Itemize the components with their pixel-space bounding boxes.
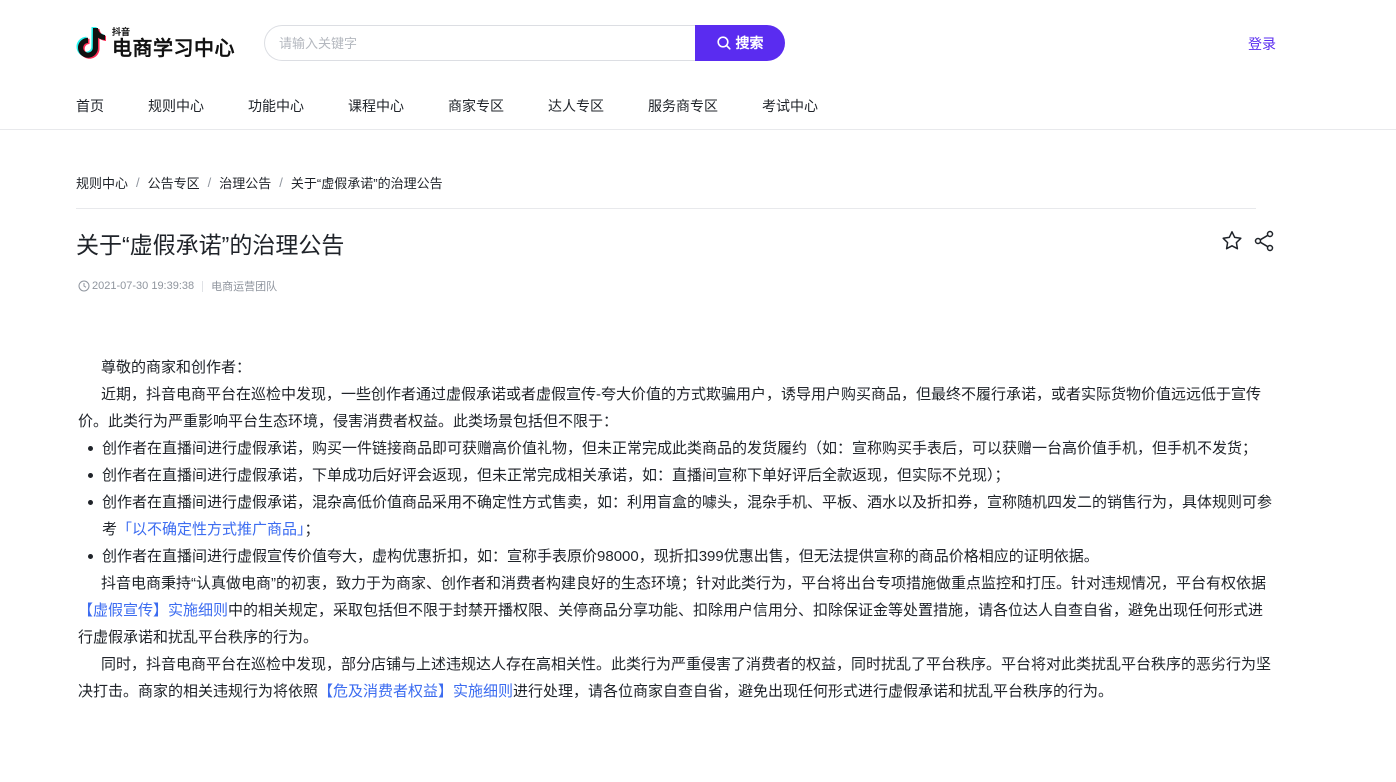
breadcrumb-current: 关于“虚假承诺”的治理公告	[290, 176, 443, 191]
search-input[interactable]	[264, 25, 695, 61]
article-meta: 2021-07-30 19:39:38 电商运营团队	[78, 278, 277, 294]
breadcrumb-separator: /	[279, 175, 283, 190]
nav-item-courses[interactable]: 课程中心	[348, 96, 404, 116]
tiktok-note-icon	[76, 27, 106, 59]
site-header: 抖音 电商学习中心 搜索 登录 首页 规则中心 功能中心 课程中心 商家专区 达…	[0, 0, 1396, 130]
main-nav: 首页 规则中心 功能中心 课程中心 商家专区 达人专区 服务商专区 考试中心	[76, 96, 862, 116]
paragraph-text: 中的相关规定，采取包括但不限于封禁开播权限、关停商品分享功能、扣除用户信用分、扣…	[78, 602, 1264, 646]
site-logo[interactable]: 抖音 电商学习中心	[76, 26, 235, 60]
merchant-paragraph: 同时，抖音电商平台在巡检中发现，部分店铺与上述违规达人存在高相关性。此类行为严重…	[78, 651, 1276, 705]
search-button[interactable]: 搜索	[695, 25, 785, 61]
breadcrumb-separator: /	[136, 175, 140, 190]
nav-item-service-providers[interactable]: 服务商专区	[648, 96, 718, 116]
nav-item-exams[interactable]: 考试中心	[762, 96, 818, 116]
policy-paragraph: 抖音电商秉持“认真做电商”的初衷，致力于为商家、创作者和消费者构建良好的生态环境…	[78, 570, 1276, 651]
logo-small-text: 抖音	[112, 26, 131, 37]
list-item: 创作者在直播间进行虚假宣传价值夸大，虚构优惠折扣，如：宣称手表原价98000，现…	[78, 543, 1276, 570]
consumer-rights-rules-link[interactable]: 【危及消费者权益】实施细则	[318, 683, 513, 700]
list-item: 创作者在直播间进行虚假承诺，购买一件链接商品即可获赠高价值礼物，但未正常完成此类…	[78, 435, 1276, 462]
nav-item-rules[interactable]: 规则中心	[148, 96, 204, 116]
star-icon[interactable]	[1220, 229, 1244, 253]
list-item: 创作者在直播间进行虚假承诺，混杂高低价值商品采用不确定性方式售卖，如：利用盲盒的…	[78, 489, 1276, 543]
false-advertising-rules-link[interactable]: 【虚假宣传】实施细则	[78, 602, 228, 619]
article-actions	[1220, 229, 1284, 253]
greeting-paragraph: 尊敬的商家和创作者：	[101, 359, 252, 376]
breadcrumb-item[interactable]: 规则中心	[76, 173, 128, 192]
page-title: 关于“虚假承诺”的治理公告	[76, 232, 345, 258]
nav-item-home[interactable]: 首页	[76, 96, 104, 116]
paragraph-text: 抖音电商秉持“认真做电商”的初衷，致力于为商家、创作者和消费者构建良好的生态环境…	[101, 575, 1266, 592]
search-bar: 搜索	[264, 25, 785, 61]
meta-divider	[202, 280, 204, 292]
logo-text: 抖音 电商学习中心	[112, 26, 235, 60]
intro-paragraph: 近期，抖音电商平台在巡检中发现，一些创作者通过虚假承诺或者虚假宣传-夸大价值的方…	[78, 386, 1262, 430]
breadcrumb-divider	[76, 208, 1256, 209]
clock-icon	[78, 280, 90, 292]
login-link[interactable]: 登录	[1248, 34, 1276, 54]
list-item: 创作者在直播间进行虚假承诺，下单成功后好评会返现，但未正常完成相关承诺，如：直播…	[78, 462, 1276, 489]
nav-item-merchants[interactable]: 商家专区	[448, 96, 504, 116]
search-icon	[716, 36, 731, 50]
paragraph-text: 进行处理，请各位商家自查自省，避免出现任何形式进行虚假承诺和扰乱平台秩序的行为。	[513, 683, 1114, 700]
list-item-text: ；	[304, 521, 320, 538]
search-button-label: 搜索	[735, 35, 764, 51]
article-body: 尊敬的商家和创作者： 近期，抖音电商平台在巡检中发现，一些创作者通过虚假承诺或者…	[78, 354, 1276, 705]
breadcrumb-item[interactable]: 公告专区	[148, 173, 200, 192]
breadcrumb-separator: /	[207, 175, 212, 190]
publish-time: 2021-07-30 19:39:38	[92, 280, 195, 292]
share-icon[interactable]	[1252, 229, 1276, 253]
uncertain-promotion-link[interactable]: 「以不确定性方式推广商品」	[117, 521, 305, 538]
nav-item-creators[interactable]: 达人专区	[548, 96, 604, 116]
logo-title: 电商学习中心	[112, 37, 235, 60]
article-author: 电商运营团队	[211, 281, 278, 293]
scenario-list: 创作者在直播间进行虚假承诺，购买一件链接商品即可获赠高价值礼物，但未正常完成此类…	[78, 435, 1276, 570]
nav-item-features[interactable]: 功能中心	[248, 96, 304, 116]
breadcrumb-item[interactable]: 治理公告	[219, 173, 271, 192]
breadcrumb: 规则中心 / 公告专区 / 治理公告 / 关于“虚假承诺”的治理公告	[76, 173, 443, 192]
